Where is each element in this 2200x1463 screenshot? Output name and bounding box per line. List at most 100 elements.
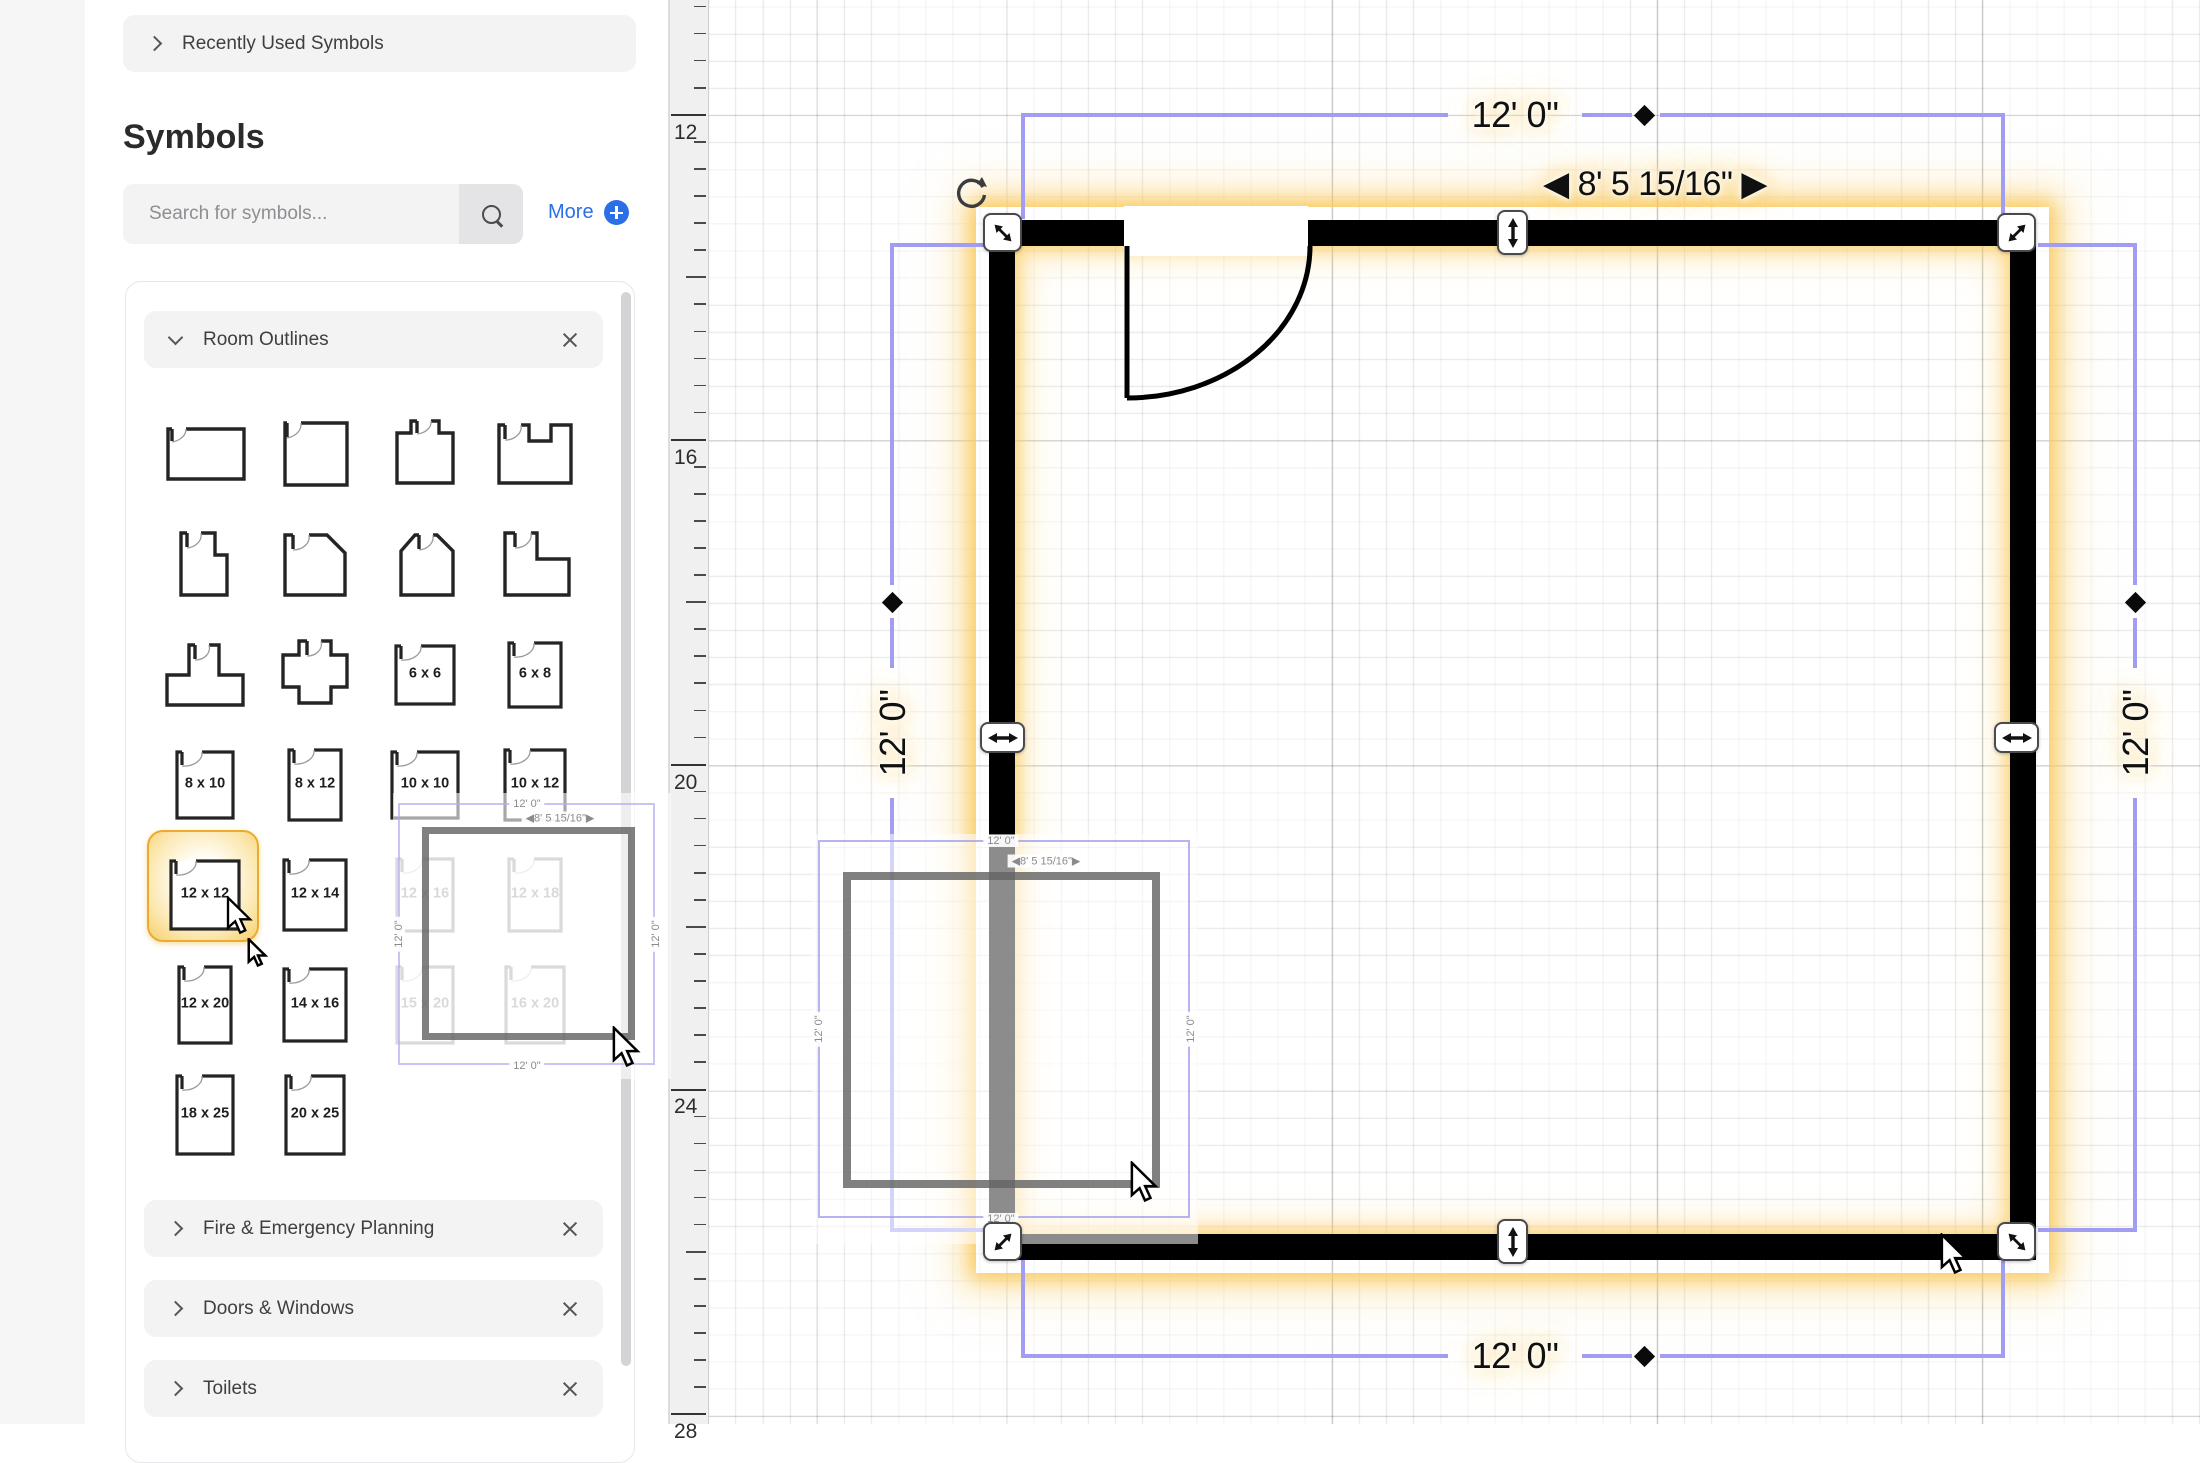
- room-width-label-bottom[interactable]: 12' 0": [1472, 1335, 1559, 1377]
- toilets-section-label: Toilets: [203, 1378, 257, 1400]
- symbol-search-input[interactable]: [147, 202, 431, 226]
- ghost-height-label: 12' 0": [393, 916, 405, 951]
- ruler-tick: [694, 60, 706, 62]
- preview-door-label: ◀8' 5 15/16"▶: [1008, 855, 1085, 868]
- close-icon[interactable]: [561, 1220, 579, 1238]
- symbol-t-shape[interactable]: [150, 620, 260, 730]
- doors-section-label: Doors & Windows: [203, 1298, 354, 1320]
- symbol-chamfer-tr[interactable]: [260, 510, 370, 620]
- ruler-tick: [694, 818, 706, 820]
- ruler-tick: [694, 412, 706, 414]
- ruler-tick: [694, 574, 706, 576]
- chevron-right-icon: [168, 1221, 184, 1237]
- chevron-right-icon: [168, 1381, 184, 1397]
- ruler-tick: [694, 1386, 706, 1388]
- room-height-label-right[interactable]: 12' 0": [2115, 690, 2157, 777]
- ruler-tick: [694, 168, 706, 170]
- resize-handle-bottom-middle[interactable]: [1497, 1219, 1528, 1264]
- symbol-plus[interactable]: [260, 620, 370, 730]
- ruler-tick: [671, 1089, 706, 1091]
- dimension-extension: [890, 243, 989, 247]
- more-shapes-button[interactable]: More: [548, 200, 629, 225]
- door-swing-icon[interactable]: [1100, 200, 1520, 460]
- ruler-tick: [686, 1251, 706, 1253]
- symbol-size-label: 8 x 10: [150, 776, 260, 792]
- ruler-tick: [694, 385, 706, 387]
- symbol-12x14[interactable]: 12 x 14: [260, 840, 370, 950]
- dimension-line-left: [890, 245, 894, 585]
- symbol-rect-wide[interactable]: [150, 400, 260, 510]
- search-button[interactable]: [459, 184, 523, 244]
- close-icon[interactable]: [561, 331, 579, 349]
- close-icon[interactable]: [561, 1300, 579, 1318]
- symbol-tabs-top[interactable]: [370, 400, 480, 510]
- ruler-tick: [694, 1007, 706, 1009]
- ruler-tick: [694, 195, 706, 197]
- dimension-extension: [2001, 1260, 2005, 1358]
- ruler-tick: [671, 1413, 706, 1415]
- symbol-size-label: 14 x 16: [260, 996, 370, 1012]
- ruler-tick: [686, 276, 706, 278]
- resize-handle-middle-left[interactable]: [980, 722, 1025, 753]
- preview-height-label: 12' 0": [813, 1011, 825, 1046]
- ruler-tick: [671, 764, 706, 766]
- symbol-recess-top[interactable]: [480, 400, 590, 510]
- symbol-search-box[interactable]: [123, 184, 459, 244]
- dimension-line-bottom: [1021, 1354, 1448, 1358]
- symbol-6x8[interactable]: 6 x 8: [480, 620, 590, 730]
- dimension-line-right: [2133, 245, 2137, 585]
- symbol-12x20[interactable]: 12 x 20: [150, 950, 260, 1060]
- room-outlines-label: Room Outlines: [203, 329, 329, 351]
- symbol-size-label: 12 x 20: [150, 996, 260, 1012]
- ruler-tick: [694, 710, 706, 712]
- resize-handle-middle-right[interactable]: [1994, 722, 2039, 753]
- symbol-l-shape[interactable]: [480, 510, 590, 620]
- mouse-cursor: [247, 938, 273, 968]
- chevron-right-icon: [147, 36, 163, 52]
- symbol-14x16[interactable]: 14 x 16: [260, 950, 370, 1060]
- symbol-size-label: 10 x 10: [370, 776, 480, 792]
- section-room-outlines[interactable]: Room Outlines: [144, 311, 603, 368]
- preview-width-label: 12' 0": [983, 835, 1018, 847]
- room-height-label-left[interactable]: 12' 0": [872, 690, 914, 777]
- ruler-number: 24: [674, 1095, 697, 1119]
- room-width-label[interactable]: 12' 0": [1472, 94, 1559, 136]
- close-icon[interactable]: [561, 1380, 579, 1398]
- ruler-tick: [686, 601, 706, 603]
- symbol-8x10[interactable]: 8 x 10: [150, 730, 260, 840]
- recently-used-symbols-section[interactable]: Recently Used Symbols: [123, 15, 636, 72]
- ruler-tick: [694, 303, 706, 305]
- more-label: More: [548, 201, 594, 224]
- ghost-door-label: ◀8' 5 15/16"▶: [522, 812, 599, 825]
- recently-used-symbols-label: Recently Used Symbols: [182, 33, 384, 55]
- door-position-label[interactable]: ◀ 8' 5 15/16" ▶: [1543, 164, 1767, 204]
- symbol-size-label: 20 x 25: [260, 1106, 370, 1122]
- symbol-peak[interactable]: [370, 510, 480, 620]
- symbol-step-right[interactable]: [150, 510, 260, 620]
- symbol-square[interactable]: [260, 400, 370, 510]
- ruler-tick: [694, 953, 706, 955]
- symbol-6x6[interactable]: 6 x 6: [370, 620, 480, 730]
- symbols-panel-title: Symbols: [123, 118, 265, 157]
- symbol-20x25[interactable]: 20 x 25: [260, 1060, 370, 1170]
- ruler-tick: [694, 493, 706, 495]
- ruler-tick: [694, 628, 706, 630]
- resize-handle-top-middle[interactable]: [1497, 210, 1528, 255]
- section-fire-emergency-planning[interactable]: Fire & Emergency Planning: [144, 1200, 603, 1257]
- ghost-width-label: 12' 0": [509, 798, 544, 810]
- ruler-tick: [686, 926, 706, 928]
- ruler-tick: [694, 1332, 706, 1334]
- preview-height-label: 12' 0": [1185, 1011, 1197, 1046]
- resize-handle-top-left[interactable]: [983, 213, 1022, 252]
- section-toilets[interactable]: Toilets: [144, 1360, 603, 1417]
- ruler-number: 12: [674, 121, 697, 145]
- resize-handle-bottom-left[interactable]: [983, 1222, 1022, 1261]
- chevron-right-icon: [168, 1301, 184, 1317]
- resize-handle-bottom-right[interactable]: [1997, 1222, 2036, 1261]
- resize-handle-top-right[interactable]: [1997, 213, 2036, 252]
- section-doors-windows[interactable]: Doors & Windows: [144, 1280, 603, 1337]
- symbol-18x25[interactable]: 18 x 25: [150, 1060, 260, 1170]
- symbol-8x12[interactable]: 8 x 12: [260, 730, 370, 840]
- rotate-icon[interactable]: [953, 174, 991, 212]
- app-left-strip: [0, 0, 85, 1424]
